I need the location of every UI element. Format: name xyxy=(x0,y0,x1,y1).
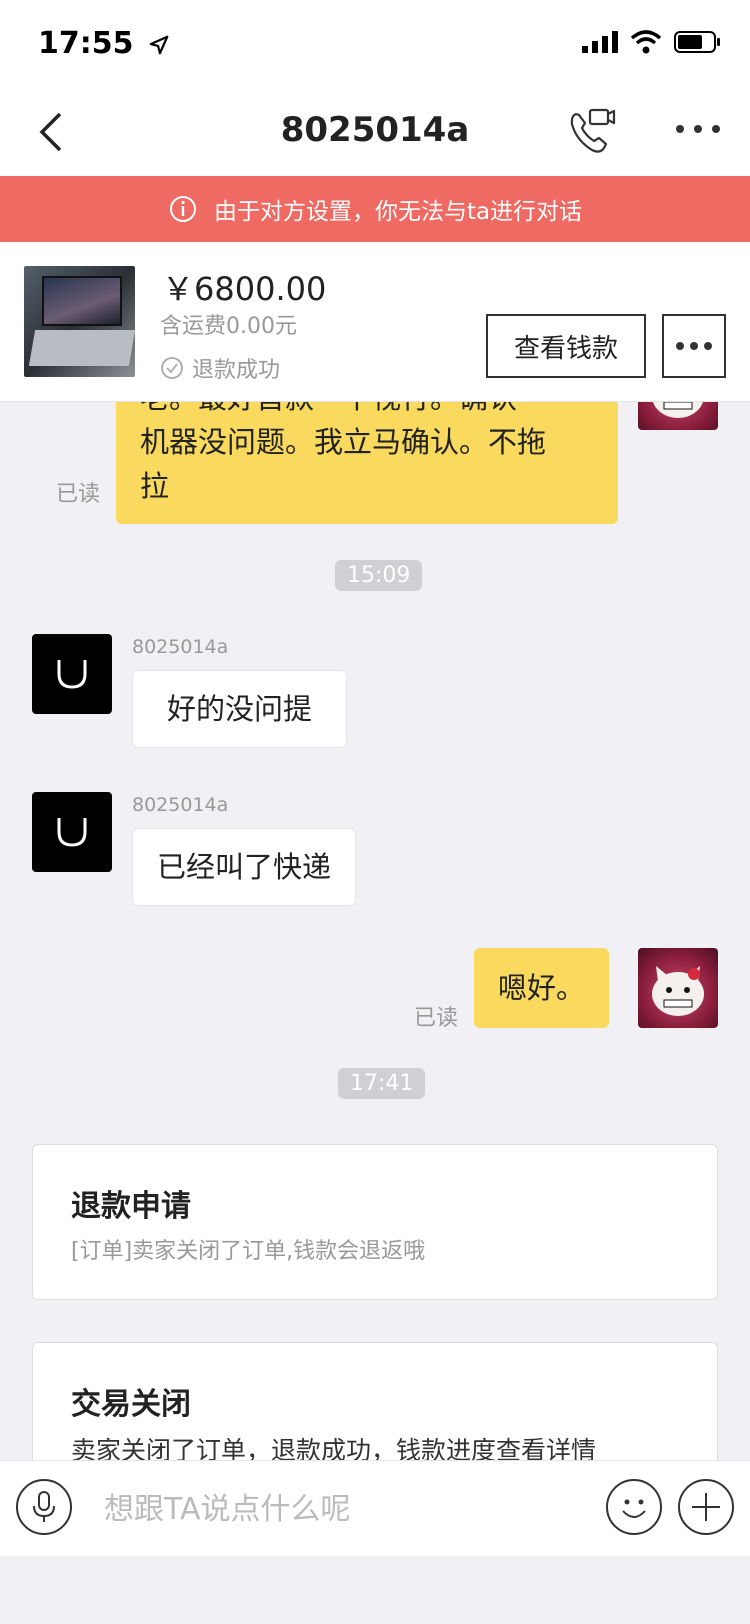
refund-request-card[interactable]: 退款申请 [订单]卖家关闭了订单,钱款会退返哦 xyxy=(32,1144,718,1300)
trade-closed-card[interactable]: 交易关闭 卖家关闭了订单，退款成功，钱款进度查看详情 xyxy=(32,1342,718,1460)
read-receipt: 已读 xyxy=(414,1006,459,1031)
my-avatar[interactable] xyxy=(638,402,718,430)
message-line: 拉 xyxy=(140,469,170,503)
product-thumbnail[interactable] xyxy=(24,266,135,377)
read-receipt: 已读 xyxy=(56,482,101,507)
message-bubble-incoming: 好的没问提 xyxy=(132,670,348,748)
location-arrow-icon xyxy=(149,35,169,54)
product-shipping: 含运费0.00元 xyxy=(160,314,297,339)
timestamp-chip: 17:41 xyxy=(338,1068,426,1099)
more-dots-icon xyxy=(676,342,712,350)
voice-button[interactable] xyxy=(16,1479,72,1535)
contact-avatar[interactable] xyxy=(32,634,112,714)
microphone-icon xyxy=(33,1491,55,1522)
timestamp-chip: 15:09 xyxy=(335,560,423,591)
message-bubble-outgoing: 嗯好。 xyxy=(474,948,610,1028)
more-options-button[interactable] xyxy=(672,114,724,144)
nav-bar: 8025014a xyxy=(0,88,750,176)
refund-status: 退款成功 xyxy=(160,352,280,384)
message-input[interactable] xyxy=(104,1483,564,1535)
message-bubble-outgoing: 老。最好首款一下视行。确认 机器没问题。我立马确认。不拖 拉 xyxy=(116,402,618,524)
product-more-button[interactable] xyxy=(662,314,726,378)
refund-status-text: 退款成功 xyxy=(192,358,281,383)
view-payment-button[interactable]: 查看钱款 xyxy=(486,314,646,378)
message-input-bar xyxy=(0,1460,750,1556)
message-line: 老。最好首款一下视行。确认 xyxy=(140,402,594,420)
card-subtitle: 卖家关闭了订单，退款成功，钱款进度查看详情 xyxy=(71,1436,597,1460)
smile-logo-icon xyxy=(57,818,87,847)
smiley-icon xyxy=(622,1499,646,1518)
my-avatar[interactable] xyxy=(638,948,718,1028)
bottom-safe-area xyxy=(0,1556,750,1624)
status-time-text: 17:55 xyxy=(38,26,134,61)
check-circle-icon xyxy=(161,357,183,379)
page-title: 8025014a xyxy=(280,110,470,150)
product-card[interactable]: ￥6800.00 含运费0.00元 退款成功 查看钱款 xyxy=(0,242,750,402)
card-title: 交易关闭 xyxy=(71,1387,191,1422)
add-attachment-button[interactable] xyxy=(678,1479,734,1535)
status-bar: 17:55 xyxy=(0,0,750,88)
message-line: 机器没问题。我立马确认。不拖 xyxy=(140,425,547,459)
more-dots-icon xyxy=(676,125,720,133)
sender-name: 8025014a xyxy=(132,794,229,816)
chat-area[interactable]: 老。最好首款一下视行。确认 机器没问题。我立马确认。不拖 拉 已读 15:09 … xyxy=(0,402,750,1460)
signal-icon xyxy=(582,31,618,53)
kitty-avatar-icon xyxy=(652,402,704,418)
warning-banner: 由于对方设置，你无法与ta进行对话 xyxy=(0,176,750,242)
contact-avatar[interactable] xyxy=(32,792,112,872)
emoji-button[interactable] xyxy=(606,1479,662,1535)
info-icon xyxy=(169,196,196,222)
card-subtitle: [订单]卖家关闭了订单,钱款会退返哦 xyxy=(71,1239,426,1264)
sender-name: 8025014a xyxy=(132,636,229,658)
card-title: 退款申请 xyxy=(71,1189,191,1224)
product-price: ￥6800.00 xyxy=(162,270,327,308)
plus-icon xyxy=(692,1493,720,1521)
message-bubble-incoming: 已经叫了快递 xyxy=(132,828,357,906)
smile-logo-icon xyxy=(57,660,87,689)
status-icons xyxy=(582,30,722,54)
battery-icon xyxy=(674,31,720,53)
kitty-avatar-icon xyxy=(652,966,704,1016)
video-call-button[interactable] xyxy=(566,106,618,158)
phone-video-icon xyxy=(570,108,616,153)
wifi-icon xyxy=(630,30,662,54)
status-time: 17:55 xyxy=(38,26,170,61)
banner-text: 由于对方设置，你无法与ta进行对话 xyxy=(213,199,583,225)
